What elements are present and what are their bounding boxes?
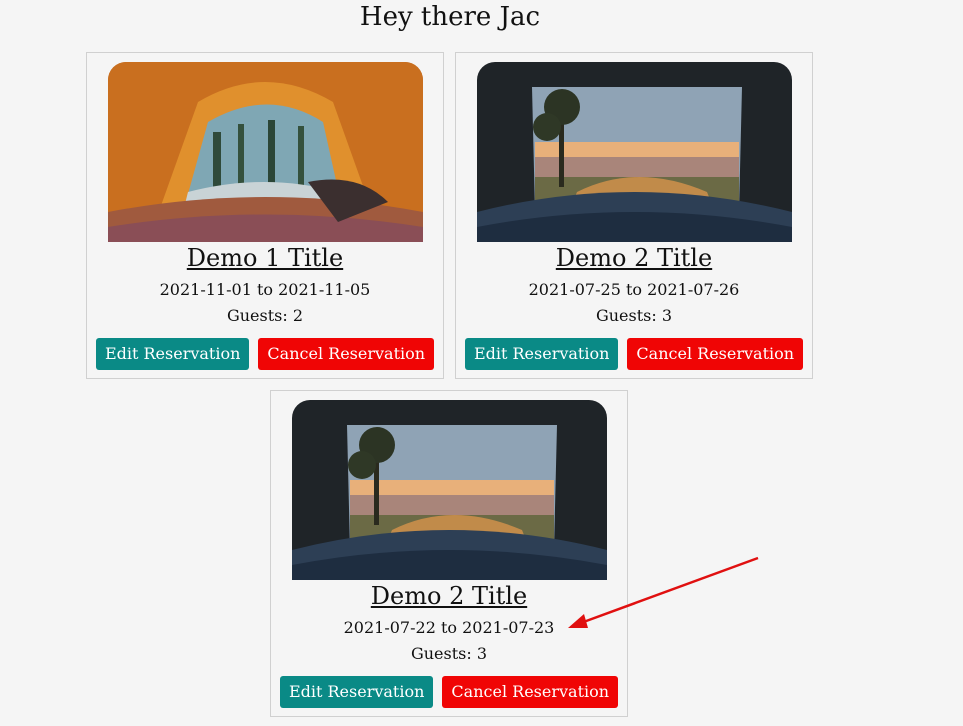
cancel-reservation-button[interactable]: Cancel Reservation <box>627 338 804 370</box>
tent-photo <box>108 62 423 242</box>
reservation-actions: Edit Reservation Cancel Reservation <box>87 338 443 370</box>
car-trunk-photo <box>477 62 792 242</box>
annotation-arrow-icon <box>568 556 759 628</box>
reservation-guests: Guests: 3 <box>595 306 673 325</box>
reservation-title-link[interactable]: Demo 1 Title <box>87 241 443 275</box>
reservation-actions: Edit Reservation Cancel Reservation <box>456 338 812 370</box>
cancel-reservation-button[interactable]: Cancel Reservation <box>442 676 619 708</box>
cancel-reservation-button[interactable]: Cancel Reservation <box>258 338 435 370</box>
reservation-card: Demo 1 Title 2021-11-01 to 2021-11-05 Gu… <box>86 52 444 379</box>
reservation-actions: Edit Reservation Cancel Reservation <box>271 676 627 708</box>
page-greeting: Hey there Jac <box>359 2 541 32</box>
reservation-dates: 2021-07-25 to 2021-07-26 <box>528 280 740 299</box>
edit-reservation-button[interactable]: Edit Reservation <box>95 338 250 370</box>
reservation-guests: Guests: 2 <box>226 306 304 325</box>
reservation-guests: Guests: 3 <box>410 644 488 663</box>
edit-reservation-button[interactable]: Edit Reservation <box>279 676 434 708</box>
reservation-title-link[interactable]: Demo 2 Title <box>456 241 812 275</box>
edit-reservation-button[interactable]: Edit Reservation <box>464 338 619 370</box>
reservation-dates: 2021-11-01 to 2021-11-05 <box>159 280 371 299</box>
reservation-card: Demo 2 Title 2021-07-25 to 2021-07-26 Gu… <box>455 52 813 379</box>
